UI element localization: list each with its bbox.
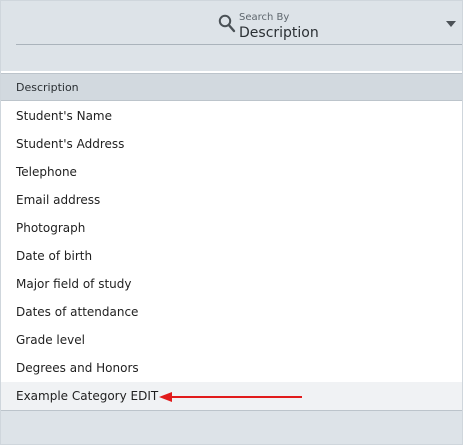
red-arrow-annotation bbox=[159, 392, 302, 402]
category-list-panel: Search By Description Description Studen… bbox=[0, 0, 463, 445]
list-item-label: Date of birth bbox=[16, 249, 93, 263]
list-item[interactable]: Dates of attendance bbox=[1, 298, 462, 326]
list-item-label: Student's Address bbox=[16, 137, 125, 151]
column-header-label: Description bbox=[16, 81, 79, 94]
list-item-label: Degrees and Honors bbox=[16, 361, 139, 375]
search-by-dropdown[interactable]: Search By Description bbox=[16, 1, 462, 45]
search-icon bbox=[218, 14, 236, 33]
list-item-label: Student's Name bbox=[16, 109, 113, 123]
column-header-description[interactable]: Description bbox=[1, 73, 462, 101]
chevron-down-icon[interactable] bbox=[446, 21, 456, 27]
search-by-label: Search By bbox=[239, 12, 290, 23]
list-item-label: Photograph bbox=[16, 221, 86, 235]
panel-footer bbox=[1, 410, 462, 444]
list-item-label: Telephone bbox=[16, 165, 77, 179]
list-item-label: Email address bbox=[16, 193, 101, 207]
list-item[interactable]: Photograph bbox=[1, 214, 462, 242]
list-item-label: Dates of attendance bbox=[16, 305, 139, 319]
category-list: Student's Name Student's Address Telepho… bbox=[1, 102, 462, 410]
list-item[interactable]: Telephone bbox=[1, 158, 462, 186]
list-item[interactable]: Major field of study bbox=[1, 270, 462, 298]
list-item-label: Grade level bbox=[16, 333, 85, 347]
list-item[interactable]: Email address bbox=[1, 186, 462, 214]
search-header: Search By Description bbox=[1, 1, 462, 71]
list-item-label: Example Category EDIT bbox=[16, 389, 159, 403]
list-item[interactable]: Student's Address bbox=[1, 130, 462, 158]
list-item[interactable]: Date of birth bbox=[1, 242, 462, 270]
list-item-selected[interactable]: Example Category EDIT bbox=[1, 382, 462, 410]
search-by-value: Description bbox=[239, 25, 319, 41]
list-item[interactable]: Grade level bbox=[1, 326, 462, 354]
list-item-label: Major field of study bbox=[16, 277, 132, 291]
list-item[interactable]: Degrees and Honors bbox=[1, 354, 462, 382]
list-item[interactable]: Student's Name bbox=[1, 102, 462, 130]
